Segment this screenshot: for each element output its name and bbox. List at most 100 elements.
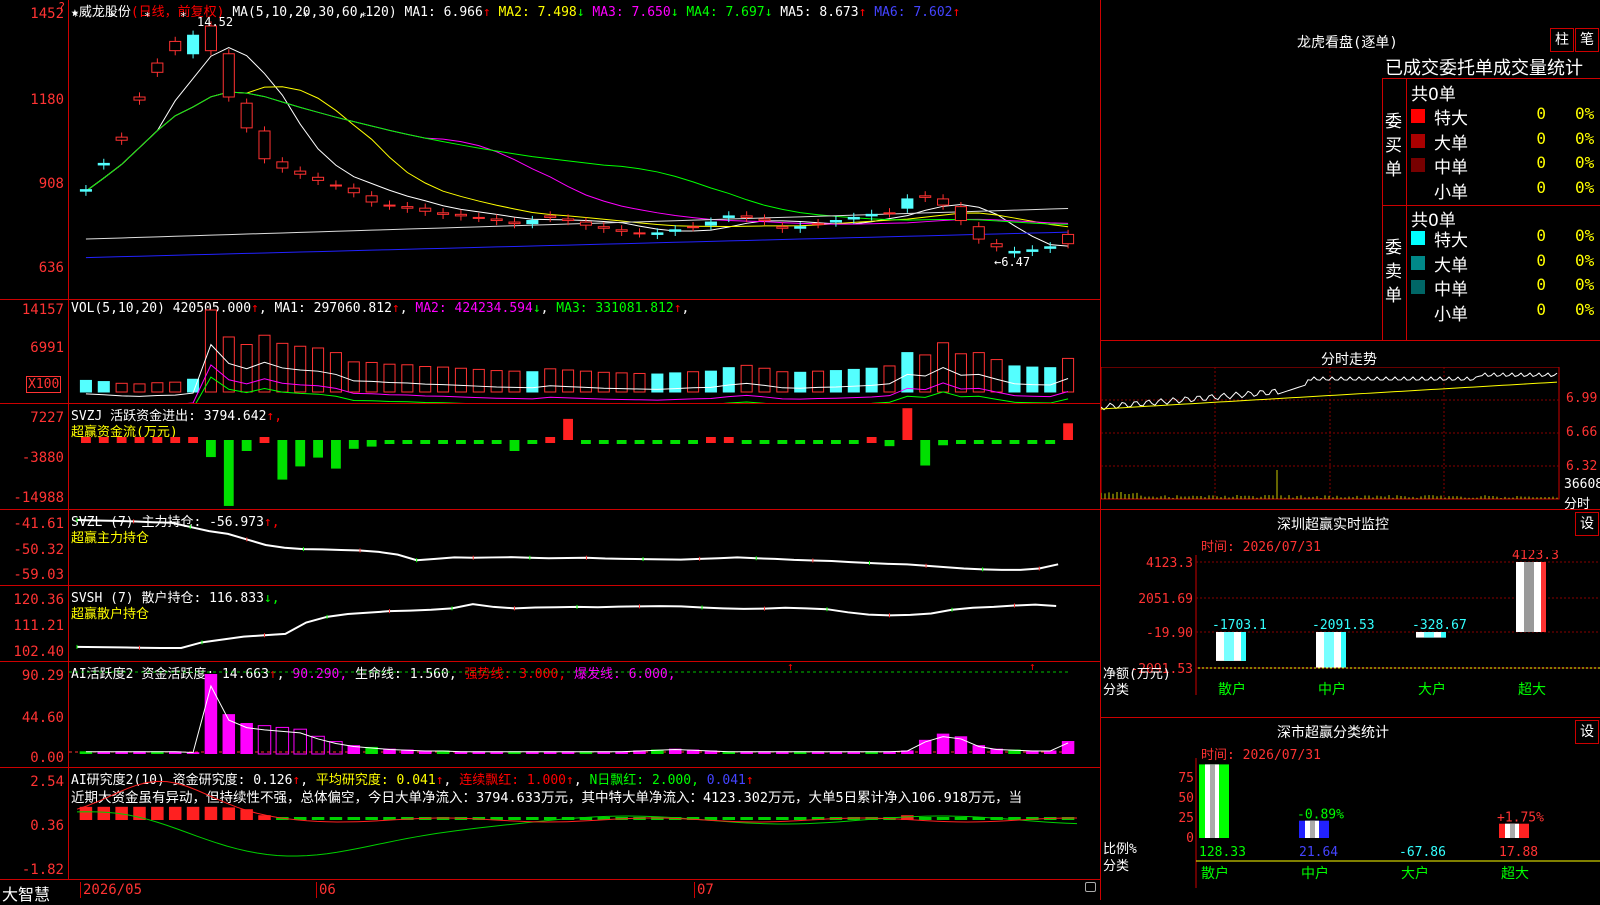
order-size-label: 小单 [1434,300,1468,325]
research-bar [526,817,539,820]
research-bar [776,817,789,820]
classify-ylabel: 比例% [1103,842,1137,857]
research-bar [330,817,343,820]
monitor-bar-shade [1224,632,1234,661]
svzj-bar [992,440,1002,444]
candle [277,162,288,168]
lhb-subtitle: 已成交委托单成交量统计 [1385,54,1583,80]
order-percent: 0% [1575,275,1594,294]
svzj-bar [795,440,805,444]
svzj-bar [224,440,234,506]
lhb-vline2 [1406,78,1407,340]
svzj-bar [527,440,537,444]
price-tick: 1180 [0,92,64,108]
legend-swatch [1411,109,1425,123]
candle [598,227,609,229]
lock-icon[interactable] [1085,882,1096,892]
volume-bar [777,372,788,392]
volume-bar [991,360,1002,392]
kline-chart[interactable]: 14.52 ←6.47 * * * * * * [69,0,1099,300]
volume-bar [438,367,449,392]
svzj-bar [242,440,252,451]
ai-research-chart[interactable] [69,768,1099,880]
svzj-panel[interactable]: 7227 -3880 -14988 SVZJ 活跃资金进出: 3794.642↑… [0,403,1100,510]
svzj-bar [688,440,698,444]
ai-activity-tick: 44.60 [0,710,64,726]
volume-panel[interactable]: 14157 6991 X100 VOL(5,10,20) 420505.000↑… [0,299,1100,404]
fenshi-chart[interactable] [1101,367,1563,507]
svzl-chart[interactable] [69,510,1099,586]
kline-panel[interactable]: 1452 1180 908 636 ? ★威龙股份(日线，前复权) MA(5,1… [0,0,1100,300]
price-tick: 636 [0,260,64,276]
svzj-bar [599,440,609,444]
volume-bar [973,353,984,392]
monitor-title: 深圳超赢实时监控 [1277,514,1389,534]
svzl-panel[interactable]: -41.61 -50.32 -59.03 SVZL (7) 主力持仓: -56.… [0,509,1100,586]
svsh-chart[interactable] [69,586,1099,662]
monitor-category: 散户 [1218,681,1246,698]
svzj-bar [581,440,591,444]
classify-value: 17.88 [1499,845,1538,860]
volume-bar [580,371,591,392]
svsh-panel[interactable]: 120.36 111.21 102.40 SVSH (7) 散户持仓: 116.… [0,585,1100,662]
tick-mode-button[interactable]: 笔 [1575,28,1599,52]
lhb-title: 龙虎看盘(逐单) [1297,32,1398,52]
monitor-chart[interactable]: 4123.32051.69-19.90-2091.53-1703.1散户-209… [1101,550,1600,718]
volume-bar [80,380,91,392]
ai-research-tick: 2.54 [0,774,64,790]
research-bar [205,807,218,820]
order-size-label: 中单 [1434,153,1468,178]
svzj-bar [831,440,841,444]
order-count: 0 [1526,300,1546,319]
ai-research-panel[interactable]: 2.54 0.36 -1.82 AI研究度2(10) 资金研究度: 0.126↑… [0,767,1100,880]
volume-bar [527,372,538,392]
svzj-bar [135,437,145,443]
classify-category: 中户 [1301,865,1329,882]
svzj-bar [956,440,966,444]
monitor-tick: -19.90 [1146,626,1193,641]
classify-panel[interactable]: 深市超赢分类统计 设 时间: 2026/07/31 75 50 25 0 128.33 散… [1101,718,1600,900]
monitor-panel[interactable]: 深圳超赢实时监控 设 时间: 2026/07/31 4123.3 2051.69-… [1101,510,1600,718]
monitor-bar-label: -2091.53 [1312,618,1375,633]
fenshi-panel[interactable]: 分时走势 6.99 6.66 6.32 36608 分时 [1101,345,1600,510]
svzj-bar [170,437,180,443]
research-bar [794,817,807,820]
help-icon[interactable]: ? [58,0,65,14]
ai-activity-axis: 90.29 44.60 0.00 [0,662,69,768]
candle [759,219,770,221]
volume-chart[interactable] [69,300,1099,404]
fenshi-tick: 6.99 [1566,391,1597,406]
order-percent: 0% [1575,129,1594,148]
monitor-category: 中户 [1318,681,1346,698]
legend-swatch [1411,305,1425,319]
classify-tick: 0 [1186,831,1194,846]
candle [902,199,913,208]
monitor-settings-button[interactable]: 设 [1575,512,1599,536]
classify-tick: 75 [1178,771,1194,786]
bar-mode-button[interactable]: 柱 [1550,28,1574,52]
svzj-tick: 7227 [0,410,64,426]
candle [652,233,663,235]
research-bar [312,817,325,820]
volume-bar [348,362,359,392]
volume-axis: 14157 6991 X100 [0,300,69,404]
classify-settings-button[interactable]: 设 [1575,720,1599,744]
volume-bar [705,371,716,392]
ai-activity-panel[interactable]: 90.29 44.60 0.00 AI活跃度2 资金活跃度: 14.663↑, … [0,661,1100,768]
classify-title: 深市超赢分类统计 [1277,722,1389,742]
order-size-label: 小单 [1434,178,1468,203]
svzj-bar [402,440,412,444]
ai-activity-chart[interactable]: ↑ ↑ [69,662,1099,768]
volume-bar [491,371,502,392]
legend-swatch [1411,134,1425,148]
volume-bar [598,372,609,392]
classify-chart[interactable]: 75 50 25 0 128.33 散户 -0.89% 21.64 中户 -67.86 大户 +1.7… [1101,758,1600,900]
legend-swatch [1411,256,1425,270]
svzj-bar [545,437,555,443]
price-tick: 908 [0,176,64,192]
order-percent: 0% [1575,153,1594,172]
svzj-chart[interactable] [69,404,1099,510]
svzj-bar [349,440,359,449]
candle [688,227,699,228]
svzj-bar [510,440,520,451]
